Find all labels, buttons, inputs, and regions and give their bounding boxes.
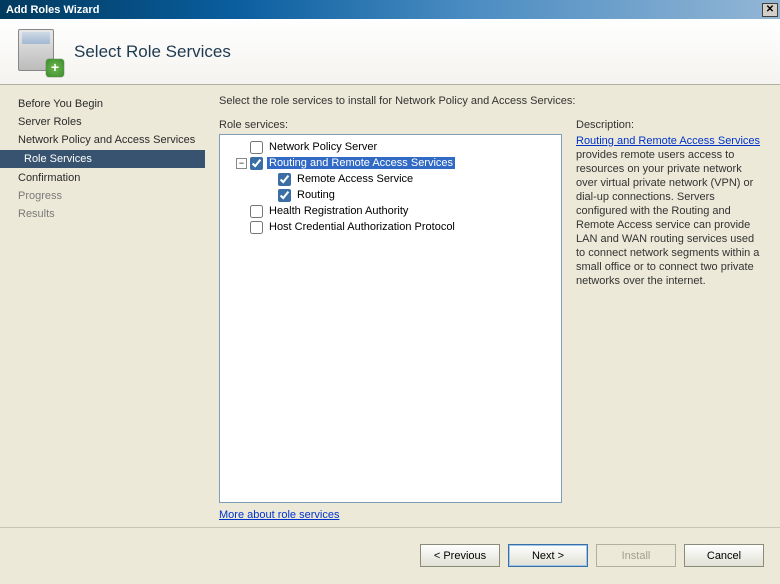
content-area: Select the role services to install for … xyxy=(205,85,780,527)
role-checkbox[interactable] xyxy=(250,157,263,170)
role-checkbox[interactable] xyxy=(250,205,263,218)
role-label: Routing and Remote Access Services xyxy=(267,157,455,169)
role-services-label: Role services: xyxy=(219,119,562,131)
panels: Role services: Network Policy Server − Rou… xyxy=(219,119,762,521)
wizard-nav: Before You BeginServer RolesNetwork Poli… xyxy=(0,85,205,527)
role-checkbox[interactable] xyxy=(278,173,291,186)
description-body: provides remote users access to resource… xyxy=(576,149,759,287)
install-button: Install xyxy=(596,544,676,567)
description-link[interactable]: Routing and Remote Access Services xyxy=(576,135,760,147)
cancel-button[interactable]: Cancel xyxy=(684,544,764,567)
window-title: Add Roles Wizard xyxy=(6,4,99,16)
description-panel: Description: Routing and Remote Access S… xyxy=(576,119,762,521)
wizard-footer: < Previous Next > Install Cancel xyxy=(0,527,780,583)
tree-row[interactable]: − Routing and Remote Access Services xyxy=(222,155,559,171)
nav-item[interactable]: Network Policy and Access Services xyxy=(0,131,205,149)
instruction-text: Select the role services to install for … xyxy=(219,95,762,107)
nav-item[interactable]: Before You Begin xyxy=(0,95,205,113)
tree-row[interactable]: Host Credential Authorization Protocol xyxy=(222,219,559,235)
nav-item[interactable]: Confirmation xyxy=(0,169,205,187)
previous-button[interactable]: < Previous xyxy=(420,544,500,567)
server-plus-icon: + xyxy=(18,29,60,75)
wizard-body: Before You BeginServer RolesNetwork Poli… xyxy=(0,85,780,527)
description-text: Routing and Remote Access Services provi… xyxy=(576,134,762,288)
tree-row[interactable]: Routing xyxy=(222,187,559,203)
tree-row[interactable]: Health Registration Authority xyxy=(222,203,559,219)
role-services-tree[interactable]: Network Policy Server − Routing and Remote… xyxy=(219,134,562,503)
more-about-link[interactable]: More about role services xyxy=(219,509,562,521)
role-label: Remote Access Service xyxy=(295,173,415,185)
next-button[interactable]: Next > xyxy=(508,544,588,567)
role-services-panel: Role services: Network Policy Server − Rou… xyxy=(219,119,562,521)
role-checkbox[interactable] xyxy=(250,141,263,154)
tree-row[interactable]: Network Policy Server xyxy=(222,139,559,155)
nav-item[interactable]: Server Roles xyxy=(0,113,205,131)
nav-item-active[interactable]: Role Services xyxy=(0,150,205,168)
nav-item[interactable]: Progress xyxy=(0,187,205,205)
page-title: Select Role Services xyxy=(74,42,231,62)
role-checkbox[interactable] xyxy=(250,221,263,234)
role-label: Host Credential Authorization Protocol xyxy=(267,221,457,233)
role-label: Network Policy Server xyxy=(267,141,379,153)
wizard-header: + Select Role Services xyxy=(0,19,780,85)
titlebar: Add Roles Wizard ✕ xyxy=(0,0,780,19)
role-label: Health Registration Authority xyxy=(267,205,410,217)
nav-item[interactable]: Results xyxy=(0,205,205,223)
role-checkbox[interactable] xyxy=(278,189,291,202)
tree-row[interactable]: Remote Access Service xyxy=(222,171,559,187)
close-button[interactable]: ✕ xyxy=(762,3,778,17)
collapse-icon[interactable]: − xyxy=(236,158,247,169)
description-label: Description: xyxy=(576,119,762,131)
role-label: Routing xyxy=(295,189,337,201)
